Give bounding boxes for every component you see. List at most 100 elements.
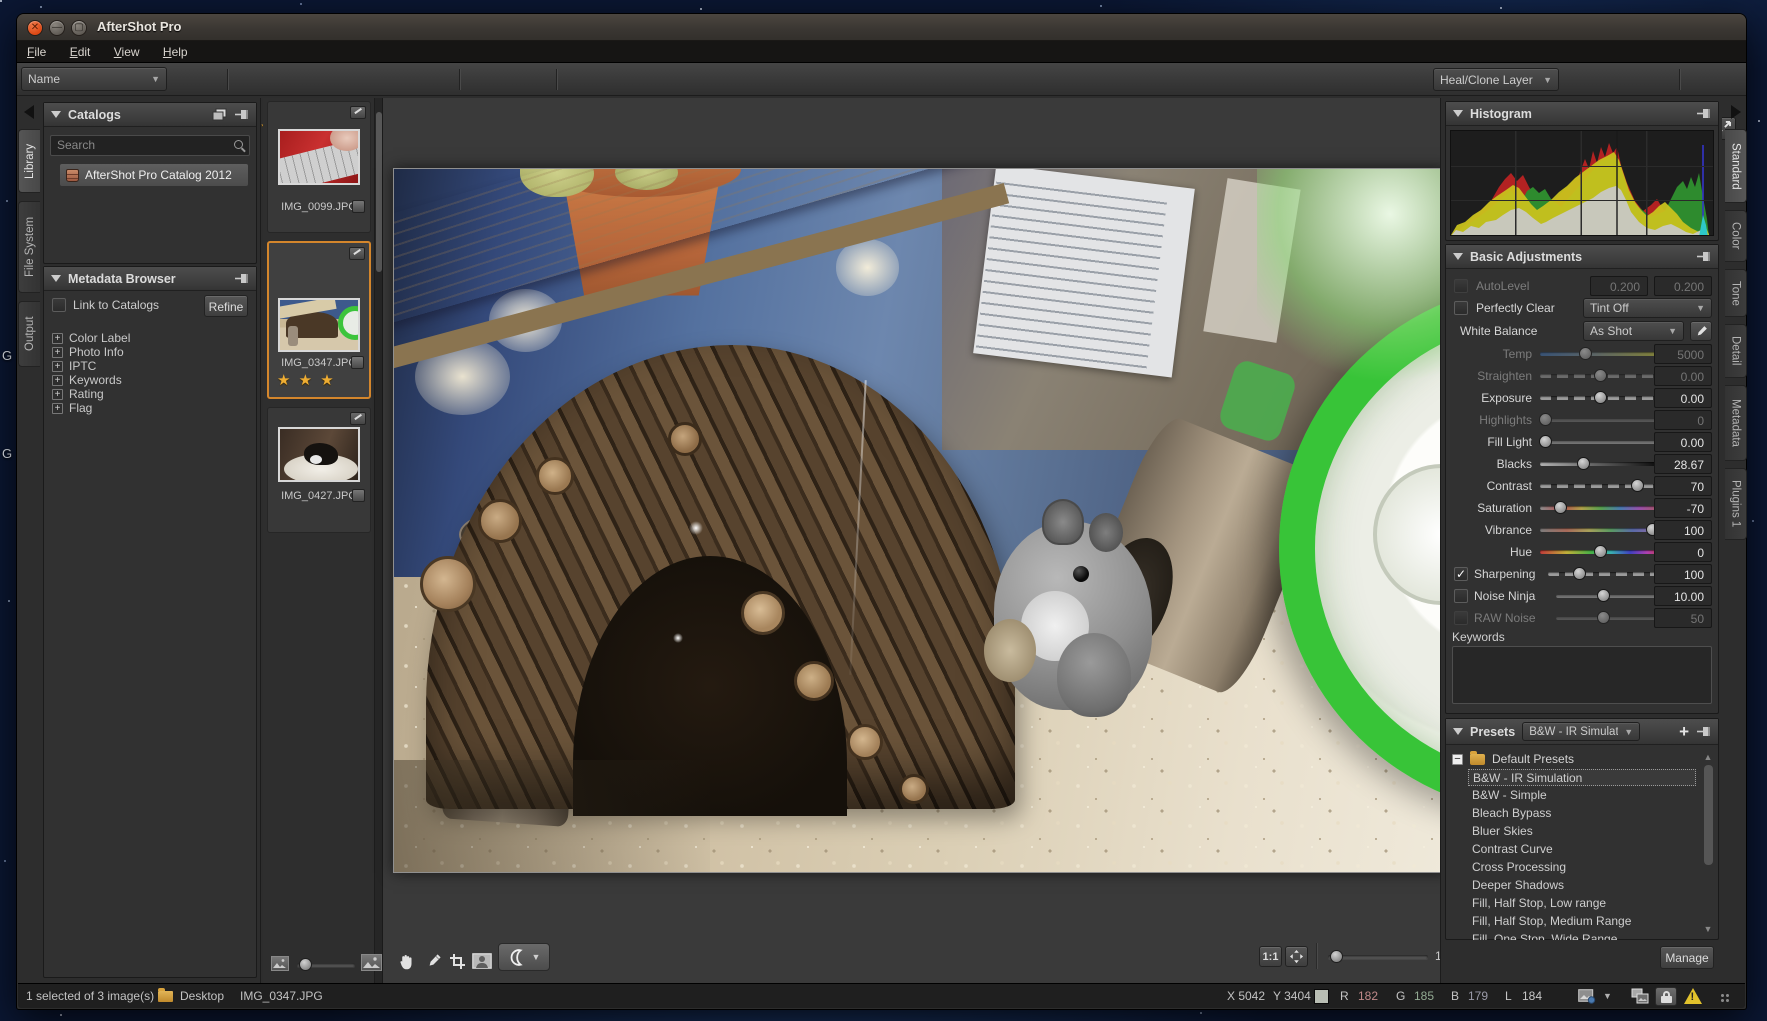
fill-light-value[interactable]: 0.00 [1654, 432, 1712, 452]
zoom-actual-size-button[interactable]: 1:1 [1259, 946, 1282, 967]
highlights-value[interactable]: 0 [1654, 410, 1712, 430]
preset-item[interactable]: Fill, Half Stop, Low range [1468, 895, 1696, 912]
catalog-item[interactable]: AfterShot Pro Catalog 2012 [60, 164, 248, 186]
presets-folder-row[interactable]: − Default Presets [1452, 752, 1574, 766]
tree-item-photo-info[interactable]: +Photo Info [52, 345, 124, 359]
right-tab-plugins[interactable]: Plugins 1 [1725, 468, 1747, 540]
right-tab-metadata[interactable]: Metadata [1725, 385, 1747, 461]
blacks-slider[interactable] [1540, 457, 1662, 471]
manage-presets-button[interactable]: Manage [1660, 946, 1714, 969]
presets-header[interactable]: Presets B&W - IR Simulation▼ + [1446, 719, 1718, 745]
collapse-triangle-icon[interactable] [51, 275, 61, 282]
zoom-fit-button[interactable] [1285, 946, 1308, 967]
filmstrip-item-2-selected[interactable]: IMG_0347.JPG ★ ★ ★ [267, 241, 371, 399]
hue-slider[interactable] [1540, 545, 1662, 559]
window-close-button[interactable]: ✕ [27, 20, 43, 36]
preset-item-clipped[interactable]: Fill, One Stop, Wide Range [1468, 931, 1696, 940]
sharpening-value[interactable]: 100 [1654, 564, 1712, 584]
refine-button[interactable]: Refine [204, 295, 248, 317]
catalog-search-input[interactable]: Search [50, 135, 250, 156]
keywords-input[interactable] [1452, 646, 1712, 704]
window-minimize-button[interactable]: — [49, 20, 65, 36]
pin-panel-icon[interactable] [1696, 251, 1711, 262]
menu-help[interactable]: Help [153, 41, 198, 63]
exposure-slider[interactable] [1540, 391, 1662, 405]
white-balance-dropdown[interactable]: As Shot▼ [1583, 321, 1684, 341]
proof-profile-icon[interactable] [1578, 989, 1596, 1007]
photo-canvas[interactable] [393, 168, 1448, 873]
saturation-value[interactable]: -70 [1654, 498, 1712, 518]
thumb-size-slider-knob[interactable] [299, 958, 312, 971]
presets-scrollbar-thumb[interactable] [1704, 765, 1713, 865]
left-tab-output[interactable]: Output [18, 301, 40, 367]
preset-selector-dropdown[interactable]: B&W - IR Simulation▼ [1522, 722, 1640, 741]
noise-ninja-slider[interactable] [1556, 589, 1662, 603]
histogram-header[interactable]: Histogram [1446, 102, 1718, 126]
chevron-down-icon[interactable]: ▼ [532, 952, 541, 962]
raw-noise-slider[interactable] [1556, 611, 1662, 625]
resize-grip[interactable] [1720, 993, 1730, 1003]
contrast-slider[interactable] [1540, 479, 1662, 493]
viewer-zoom-slider[interactable] [1328, 955, 1428, 959]
hue-value[interactable]: 0 [1654, 542, 1712, 562]
thumbnail-image[interactable] [278, 298, 360, 352]
autolevel-checkbox[interactable] [1454, 279, 1468, 293]
right-tab-detail[interactable]: Detail [1725, 324, 1747, 378]
saturation-slider[interactable] [1540, 501, 1662, 515]
straighten-value[interactable]: 0.00 [1654, 366, 1712, 386]
filmstrip-item-3[interactable]: IMG_0427.JPG [267, 407, 371, 533]
thumb-size-large-icon[interactable] [361, 954, 382, 971]
basic-adjustments-header[interactable]: Basic Adjustments [1446, 245, 1718, 269]
perfectly-clear-dropdown[interactable]: Tint Off▼ [1583, 298, 1712, 318]
expand-plus-icon[interactable]: + [52, 361, 63, 372]
title-bar[interactable]: ✕ — ▢ AfterShot Pro [17, 14, 1746, 41]
expand-plus-icon[interactable]: + [52, 333, 63, 344]
filmstrip-scrollbar[interactable] [374, 98, 382, 984]
expand-plus-icon[interactable]: + [52, 375, 63, 386]
pin-panel-icon[interactable] [1696, 108, 1711, 119]
thumbnail-rating-stars[interactable]: ★ ★ ★ [277, 371, 336, 389]
expand-plus-icon[interactable]: + [52, 403, 63, 414]
noise-ninja-checkbox[interactable] [1454, 589, 1468, 603]
current-folder[interactable]: Desktop [180, 984, 224, 1009]
layer-mode-dropdown[interactable]: Heal/Clone Layer▼ [1433, 68, 1559, 91]
blacks-value[interactable]: 28.67 [1654, 454, 1712, 474]
sharpening-slider[interactable] [1548, 567, 1662, 581]
preset-item[interactable]: B&W - IR Simulation [1468, 769, 1696, 786]
collapse-triangle-icon[interactable] [1453, 253, 1463, 260]
chevron-down-icon[interactable]: ▼ [1603, 984, 1612, 1009]
dual-image-icon[interactable] [1631, 988, 1649, 1007]
heal-clone-tool-button[interactable]: ▼ [498, 943, 550, 971]
exposure-value[interactable]: 0.00 [1654, 388, 1712, 408]
menu-edit[interactable]: Edit [60, 41, 101, 63]
catalogs-panel-header[interactable]: Catalogs [44, 103, 256, 127]
thumbnail-image[interactable] [278, 129, 360, 185]
scroll-up-icon[interactable]: ▲ [1702, 751, 1714, 763]
left-tab-library[interactable]: Library [18, 129, 40, 193]
tree-item-flag[interactable]: +Flag [52, 401, 92, 415]
crop-tool-button[interactable] [445, 948, 469, 974]
temp-slider[interactable] [1540, 347, 1662, 361]
metadata-browser-header[interactable]: Metadata Browser [44, 267, 256, 291]
preset-item[interactable]: Deeper Shadows [1468, 877, 1696, 894]
raw-noise-value[interactable]: 50 [1654, 608, 1712, 628]
pin-panel-icon[interactable] [234, 109, 249, 120]
preset-item[interactable]: Contrast Curve [1468, 841, 1696, 858]
raw-noise-checkbox[interactable] [1454, 611, 1468, 625]
contrast-value[interactable]: 70 [1654, 476, 1712, 496]
tree-item-keywords[interactable]: +Keywords [52, 373, 122, 387]
menu-view[interactable]: View [104, 41, 150, 63]
autolevel-high-value[interactable]: 0.200 [1654, 276, 1712, 296]
right-tab-standard[interactable]: Standard [1725, 129, 1747, 203]
color-picker-tool-button[interactable] [421, 948, 445, 974]
link-to-catalogs-checkbox[interactable] [52, 298, 66, 312]
preset-item[interactable]: Bluer Skies [1468, 823, 1696, 840]
preset-item[interactable]: Fill, Half Stop, Medium Range [1468, 913, 1696, 930]
thumb-size-small-icon[interactable] [271, 956, 289, 971]
white-balance-eyedropper-button[interactable] [1690, 321, 1712, 341]
pin-panel-icon[interactable] [234, 273, 249, 284]
filmstrip-item-1[interactable]: IMG_0099.JPG [267, 101, 371, 233]
menu-file[interactable]: File [17, 41, 56, 63]
lock-button[interactable] [1655, 987, 1677, 1006]
highlights-slider[interactable] [1540, 413, 1662, 427]
